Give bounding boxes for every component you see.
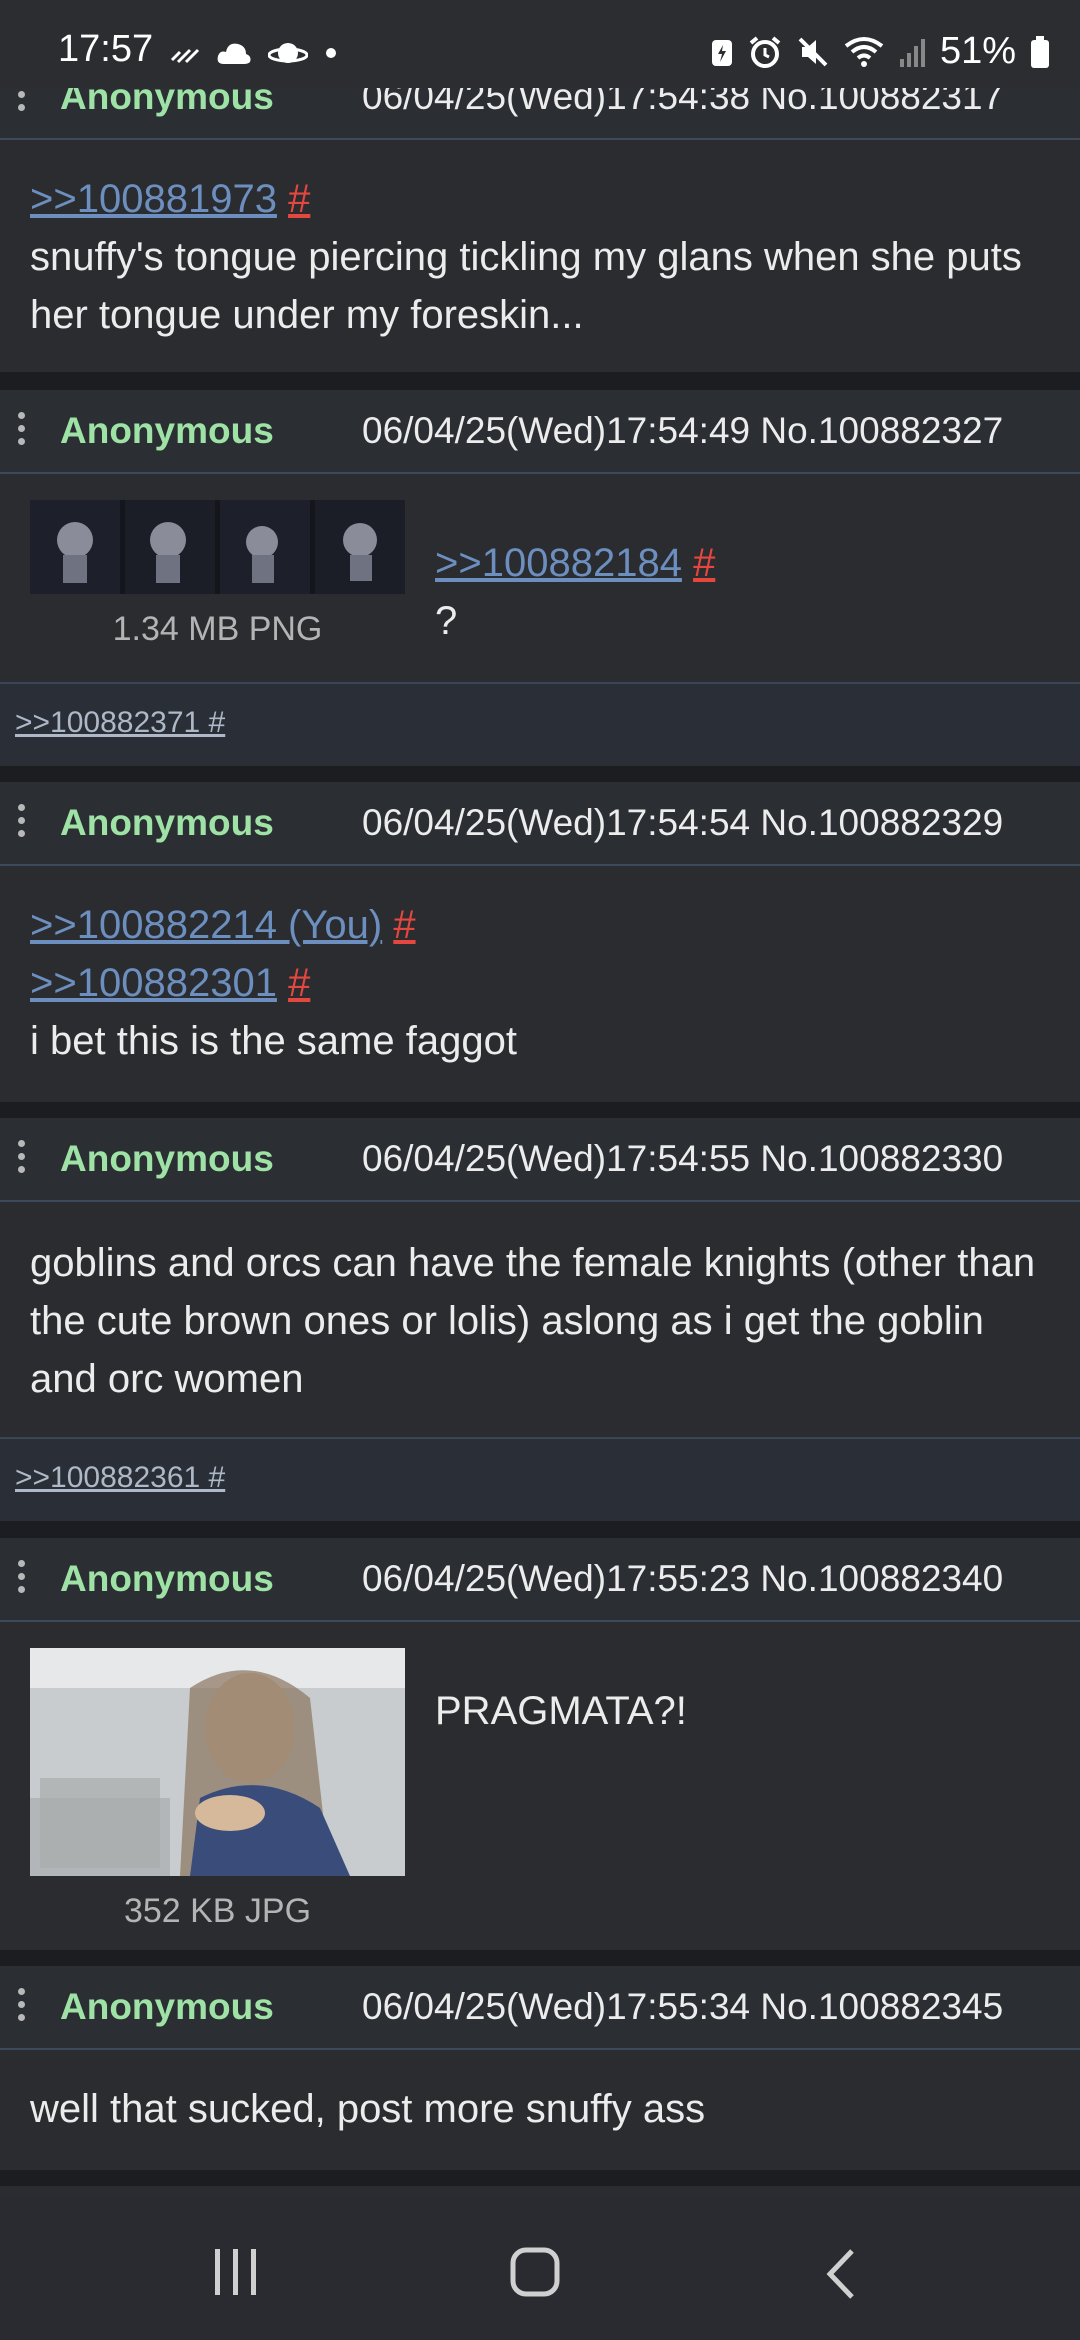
post-menu-icon[interactable]: [18, 1560, 26, 1600]
post-meta: 06/04/25(Wed)17:55:23 No.100882340: [362, 1558, 1004, 1599]
post-header: Anonymous 06/04/25(Wed)17:54:54 No.10088…: [0, 782, 1080, 866]
quote-hash-link[interactable]: #: [288, 177, 310, 221]
post-text: i bet this is the same faggot: [30, 1019, 517, 1063]
quote-link[interactable]: >>100882301: [30, 961, 277, 1005]
alarm-icon: [749, 35, 781, 68]
quote-link[interactable]: >>100881973: [30, 177, 277, 221]
cell-signal-icon: [899, 38, 925, 67]
thumbnail-image: [30, 500, 405, 594]
navigation-bar: [0, 2195, 1080, 2340]
post-menu-icon[interactable]: [18, 1988, 26, 2028]
post-thumbnail[interactable]: [30, 500, 405, 594]
post-menu-icon[interactable]: [18, 804, 26, 844]
post-body: 1.34 MB PNG >>100882184 # ?: [0, 474, 1080, 682]
saturn-icon: [268, 43, 308, 63]
post-meta: 06/04/25(Wed)17:55:34 No.100882345: [362, 1986, 1004, 2027]
quote-hash-link[interactable]: #: [393, 903, 415, 947]
post-header: Anonymous 06/04/25(Wed)17:55:23 No.10088…: [0, 1538, 1080, 1622]
signal-activity-icon: [170, 48, 200, 64]
poster-name: Anonymous: [60, 410, 274, 451]
mute-icon: [798, 37, 828, 66]
clock: 17:57: [58, 28, 154, 70]
post-thumbnail[interactable]: [30, 1648, 405, 1876]
post-text: goblins and orcs can have the female kni…: [30, 1241, 1036, 1401]
poster-name: Anonymous: [60, 1558, 274, 1599]
battery-icon: [1031, 35, 1049, 68]
post-text: snuffy's tongue piercing tickling my gla…: [30, 235, 1022, 337]
backlinks-bar: >>100882371 #: [0, 682, 1080, 766]
status-bar: 17:57 51%: [0, 0, 1080, 88]
battery-saver-icon: [711, 39, 732, 66]
home-icon[interactable]: [508, 2247, 564, 2299]
post-body: >>100882214 (You) # >>100882301 # i bet …: [0, 866, 1080, 1102]
post-meta: 06/04/25(Wed)17:54:54 No.100882329: [362, 802, 1004, 843]
post-meta: 06/04/25(Wed)17:54:55 No.100882330: [362, 1138, 1004, 1179]
post-text: well that sucked, post more snuffy ass: [30, 2087, 706, 2131]
post-menu-icon[interactable]: [18, 412, 26, 452]
post-text: PRAGMATA?!: [435, 1689, 687, 1733]
poster-name: Anonymous: [60, 1138, 274, 1179]
post-body: >>100881973 # snuffy's tongue piercing t…: [0, 140, 1080, 372]
poster-name: Anonymous: [60, 802, 274, 843]
post-menu-icon[interactable]: [18, 1140, 26, 1180]
battery-percent: 51%: [939, 30, 1016, 72]
cloud-icon: [217, 43, 251, 64]
poster-name: Anonymous: [60, 1986, 274, 2027]
thread-view[interactable]: Anonymous 06/04/25(Wed)17:54:38 No.10088…: [0, 0, 1080, 2195]
post-body: 352 KB JPG PRAGMATA?!: [0, 1622, 1080, 1950]
post-header: Anonymous 06/04/25(Wed)17:55:34 No.10088…: [0, 1966, 1080, 2050]
file-info: 1.34 MB PNG: [112, 610, 323, 648]
post-body: well that sucked, post more snuffy ass: [0, 2050, 1080, 2170]
backlinks-bar: >>100882361 #: [0, 1437, 1080, 1521]
backlink[interactable]: >>100882361 #: [15, 1461, 225, 1495]
next-post-edge: [0, 2186, 1080, 2195]
recent-apps-icon[interactable]: [205, 2247, 265, 2297]
wifi-icon: [844, 36, 884, 67]
post-header: Anonymous 06/04/25(Wed)17:54:55 No.10088…: [0, 1118, 1080, 1202]
quote-link[interactable]: >>100882214 (You): [30, 903, 382, 947]
back-icon[interactable]: [822, 2247, 862, 2301]
post-meta: 06/04/25(Wed)17:54:49 No.100882327: [362, 410, 1004, 451]
file-info: 352 KB JPG: [123, 1892, 312, 1930]
backlink[interactable]: >>100882371 #: [15, 706, 225, 740]
thumbnail-image: [30, 1648, 405, 1876]
post-text: ?: [435, 599, 458, 643]
quote-link[interactable]: >>100882184: [435, 541, 682, 585]
dot-icon: [326, 48, 336, 58]
quote-hash-link[interactable]: #: [693, 541, 715, 585]
post-header: Anonymous 06/04/25(Wed)17:54:49 No.10088…: [0, 390, 1080, 474]
post-body: goblins and orcs can have the female kni…: [0, 1202, 1080, 1438]
quote-hash-link[interactable]: #: [288, 961, 310, 1005]
